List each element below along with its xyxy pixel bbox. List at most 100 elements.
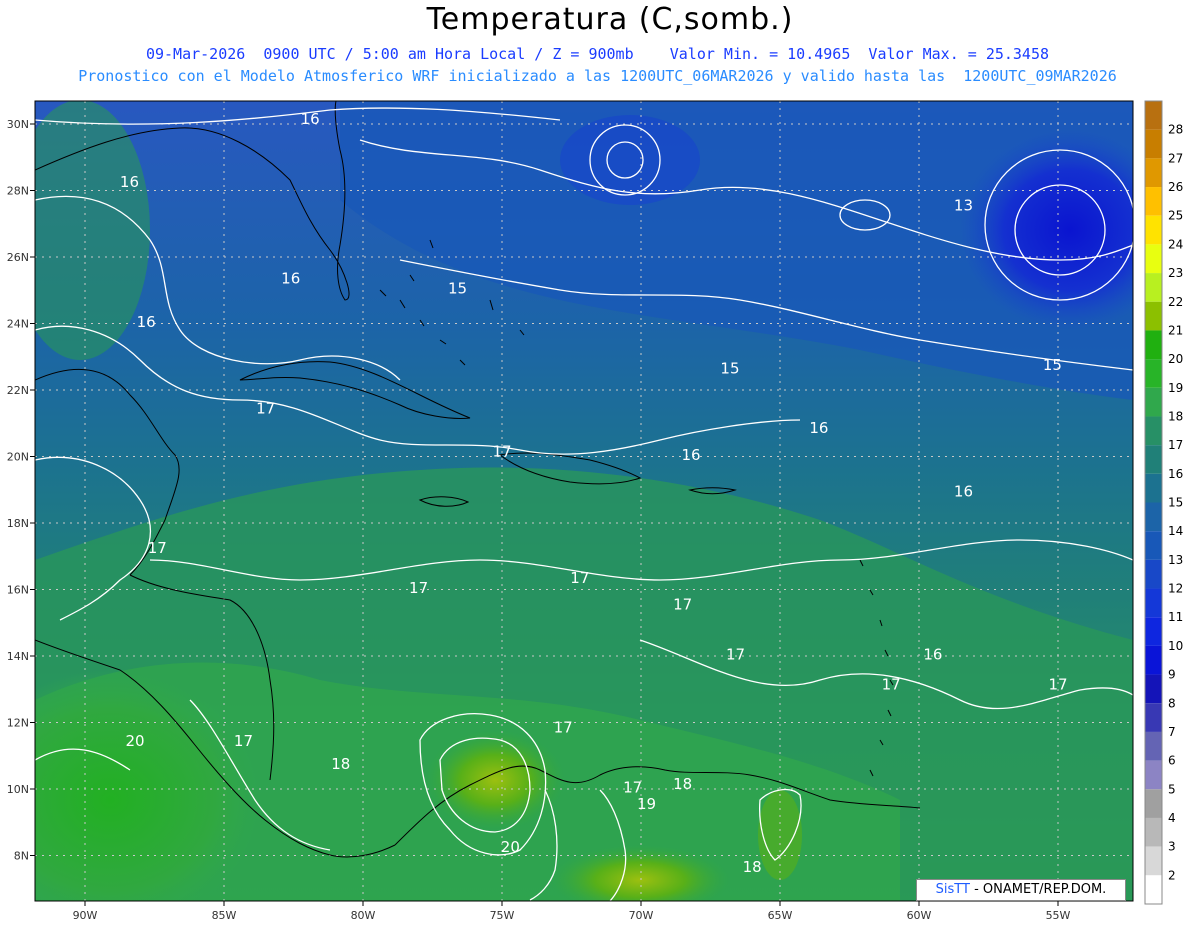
lon-tick-label: 65W — [768, 909, 793, 922]
contour-label: 16 — [923, 645, 942, 663]
colorbar-cell — [1145, 617, 1162, 646]
contour-label: 18 — [331, 755, 350, 773]
colorbar-cell — [1145, 101, 1162, 130]
color-legend: 2827262524232221201918171615141312111098… — [1144, 100, 1183, 905]
colorbar-label: 25 — [1168, 209, 1183, 223]
contour-label: 17 — [554, 718, 573, 736]
colorbar-cell — [1145, 588, 1162, 618]
colorbar-label: 10 — [1168, 639, 1183, 653]
colorbar-cell — [1145, 416, 1162, 446]
contour-label: 17 — [148, 539, 167, 557]
contour-label: 17 — [492, 443, 511, 461]
contour-label: 17 — [1048, 675, 1067, 693]
contour-label: 17 — [409, 579, 428, 597]
contour-label: 17 — [623, 778, 642, 796]
colorbar-label: 8 — [1168, 696, 1176, 710]
lat-tick-label: 22N — [7, 384, 29, 397]
colorbar-cell — [1145, 215, 1162, 245]
colorbar-cell — [1145, 187, 1162, 216]
colorbar-cell — [1145, 846, 1162, 876]
colorbar-cell — [1145, 473, 1162, 503]
colorbar-label: 16 — [1168, 467, 1183, 481]
colorbar-label: 28 — [1168, 123, 1183, 137]
lat-tick-label: 16N — [7, 584, 29, 597]
colorbar-label: 19 — [1168, 381, 1183, 395]
contour-label: 16 — [954, 482, 973, 500]
colorbar-label: 18 — [1168, 409, 1183, 423]
lon-tick-label: 75W — [490, 909, 515, 922]
colorbar-label: 6 — [1168, 754, 1176, 768]
colorbar-label: 12 — [1168, 582, 1183, 596]
colorbar-label: 4 — [1168, 811, 1176, 825]
colorbar-cell — [1145, 129, 1162, 159]
colorbar-cell — [1145, 445, 1162, 474]
colorbar-cell — [1145, 817, 1162, 847]
lon-tick-label: 55W — [1046, 909, 1071, 922]
contour-label: 18 — [673, 775, 692, 793]
sistt-logo: SisTT — [935, 882, 970, 897]
contour-label: 18 — [743, 858, 762, 876]
colorbar-cell — [1145, 301, 1162, 331]
lon-tick-label: 80W — [351, 909, 376, 922]
contour-label: 17 — [673, 595, 692, 613]
contour-label: 16 — [681, 446, 700, 464]
colorbar-label: 9 — [1168, 668, 1176, 682]
contour-label: 17 — [256, 399, 275, 417]
contour-label: 16 — [809, 419, 828, 437]
colorbar-label: 11 — [1168, 610, 1183, 624]
colorbar-label: 2 — [1168, 868, 1176, 882]
lon-tick-label: 60W — [907, 909, 932, 922]
colorbar-label: 17 — [1168, 438, 1183, 452]
colorbar-label: 5 — [1168, 782, 1176, 796]
lat-tick-label: 26N — [7, 251, 29, 264]
contour-label: 13 — [954, 196, 973, 214]
colorbar-cell — [1145, 330, 1162, 360]
temperature-map: 16 16 16 16 15 13 15 15 16 16 16 17 17 17 17 17 17 17 16 17… — [7, 100, 1183, 922]
lat-tick-label: 18N — [7, 517, 29, 530]
contour-label: 20 — [501, 838, 520, 856]
colorbar-cell — [1145, 387, 1162, 417]
lon-tick-label: 85W — [212, 909, 237, 922]
colorbar-cell — [1145, 674, 1162, 704]
contour-label: 20 — [125, 732, 144, 750]
colorbar-label: 7 — [1168, 725, 1176, 739]
colorbar-cell — [1145, 502, 1162, 532]
colorbar-cell — [1145, 359, 1162, 388]
contour-label: 17 — [726, 645, 745, 663]
colorbar-cell — [1145, 731, 1162, 761]
lat-tick-label: 8N — [14, 850, 29, 863]
colorbar-cell — [1145, 244, 1162, 274]
contour-label: 16 — [137, 313, 156, 331]
lat-tick-label: 24N — [7, 318, 29, 331]
colorbar-label: 23 — [1168, 266, 1183, 280]
colorbar-cell — [1145, 760, 1162, 790]
colorbar-cell — [1145, 645, 1162, 675]
colorbar-cell — [1145, 559, 1162, 589]
colorbar-label: 13 — [1168, 553, 1183, 567]
colorbar-cell — [1145, 875, 1162, 904]
colorbar-label: 27 — [1168, 151, 1183, 165]
colorbar-label: 15 — [1168, 496, 1183, 510]
colorbar-cell — [1145, 531, 1162, 560]
lat-tick-label: 30N — [7, 118, 29, 131]
lat-tick-label: 14N — [7, 650, 29, 663]
contour-label: 15 — [720, 359, 739, 377]
contour-label: 17 — [570, 569, 589, 587]
lat-tick-label: 28N — [7, 185, 29, 198]
contour-label: 16 — [281, 270, 300, 288]
contour-label: 15 — [1043, 356, 1062, 374]
colorbar-label: 20 — [1168, 352, 1183, 366]
contour-label: 16 — [301, 110, 320, 128]
colorbar-label: 21 — [1168, 323, 1183, 337]
contour-label: 19 — [637, 795, 656, 813]
contour-label: 15 — [448, 280, 467, 298]
lon-tick-label: 70W — [629, 909, 654, 922]
contour-label: 17 — [234, 732, 253, 750]
credit-box: SisTT - ONAMET/REP.DOM. — [916, 879, 1126, 901]
colorbar-label: 14 — [1168, 524, 1183, 538]
colorbar-label: 22 — [1168, 295, 1183, 309]
colorbar-label: 24 — [1168, 237, 1183, 251]
colorbar-cell — [1145, 789, 1162, 818]
lat-tick-label: 10N — [7, 783, 29, 796]
lat-tick-label: 12N — [7, 717, 29, 730]
